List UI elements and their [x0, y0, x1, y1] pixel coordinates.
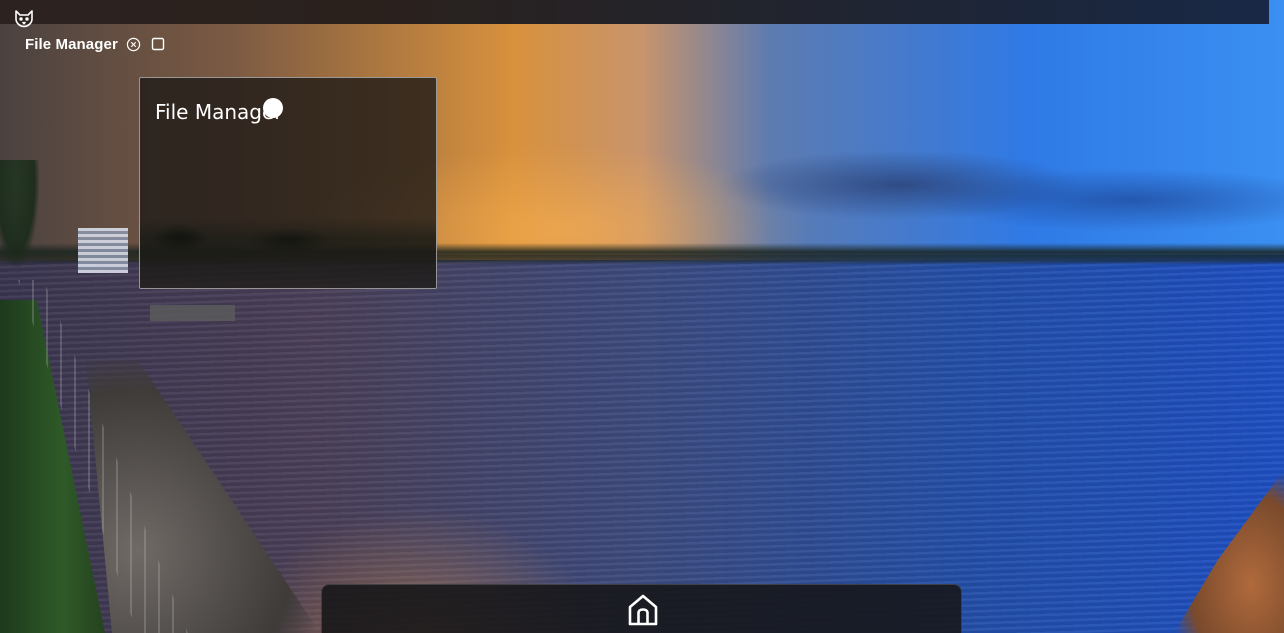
- maximize-square-icon[interactable]: [150, 36, 166, 52]
- wallpaper-pier: [150, 305, 235, 321]
- wallpaper-building: [78, 228, 128, 273]
- fox-logo-icon[interactable]: [13, 8, 35, 30]
- home-icon[interactable]: [624, 591, 662, 629]
- wallpaper-palm: [0, 160, 40, 270]
- app-title-row: File Manager: [25, 33, 166, 55]
- window-backdrop: [140, 218, 436, 288]
- app-title: File Manager: [25, 35, 118, 53]
- desktop: File Manager File Manager: [0, 0, 1284, 633]
- dock: [321, 584, 962, 633]
- top-bar: [0, 0, 1269, 24]
- file-manager-window[interactable]: File Manager: [139, 77, 437, 289]
- close-circle-icon[interactable]: [126, 36, 142, 52]
- pointer-cursor: [263, 98, 283, 118]
